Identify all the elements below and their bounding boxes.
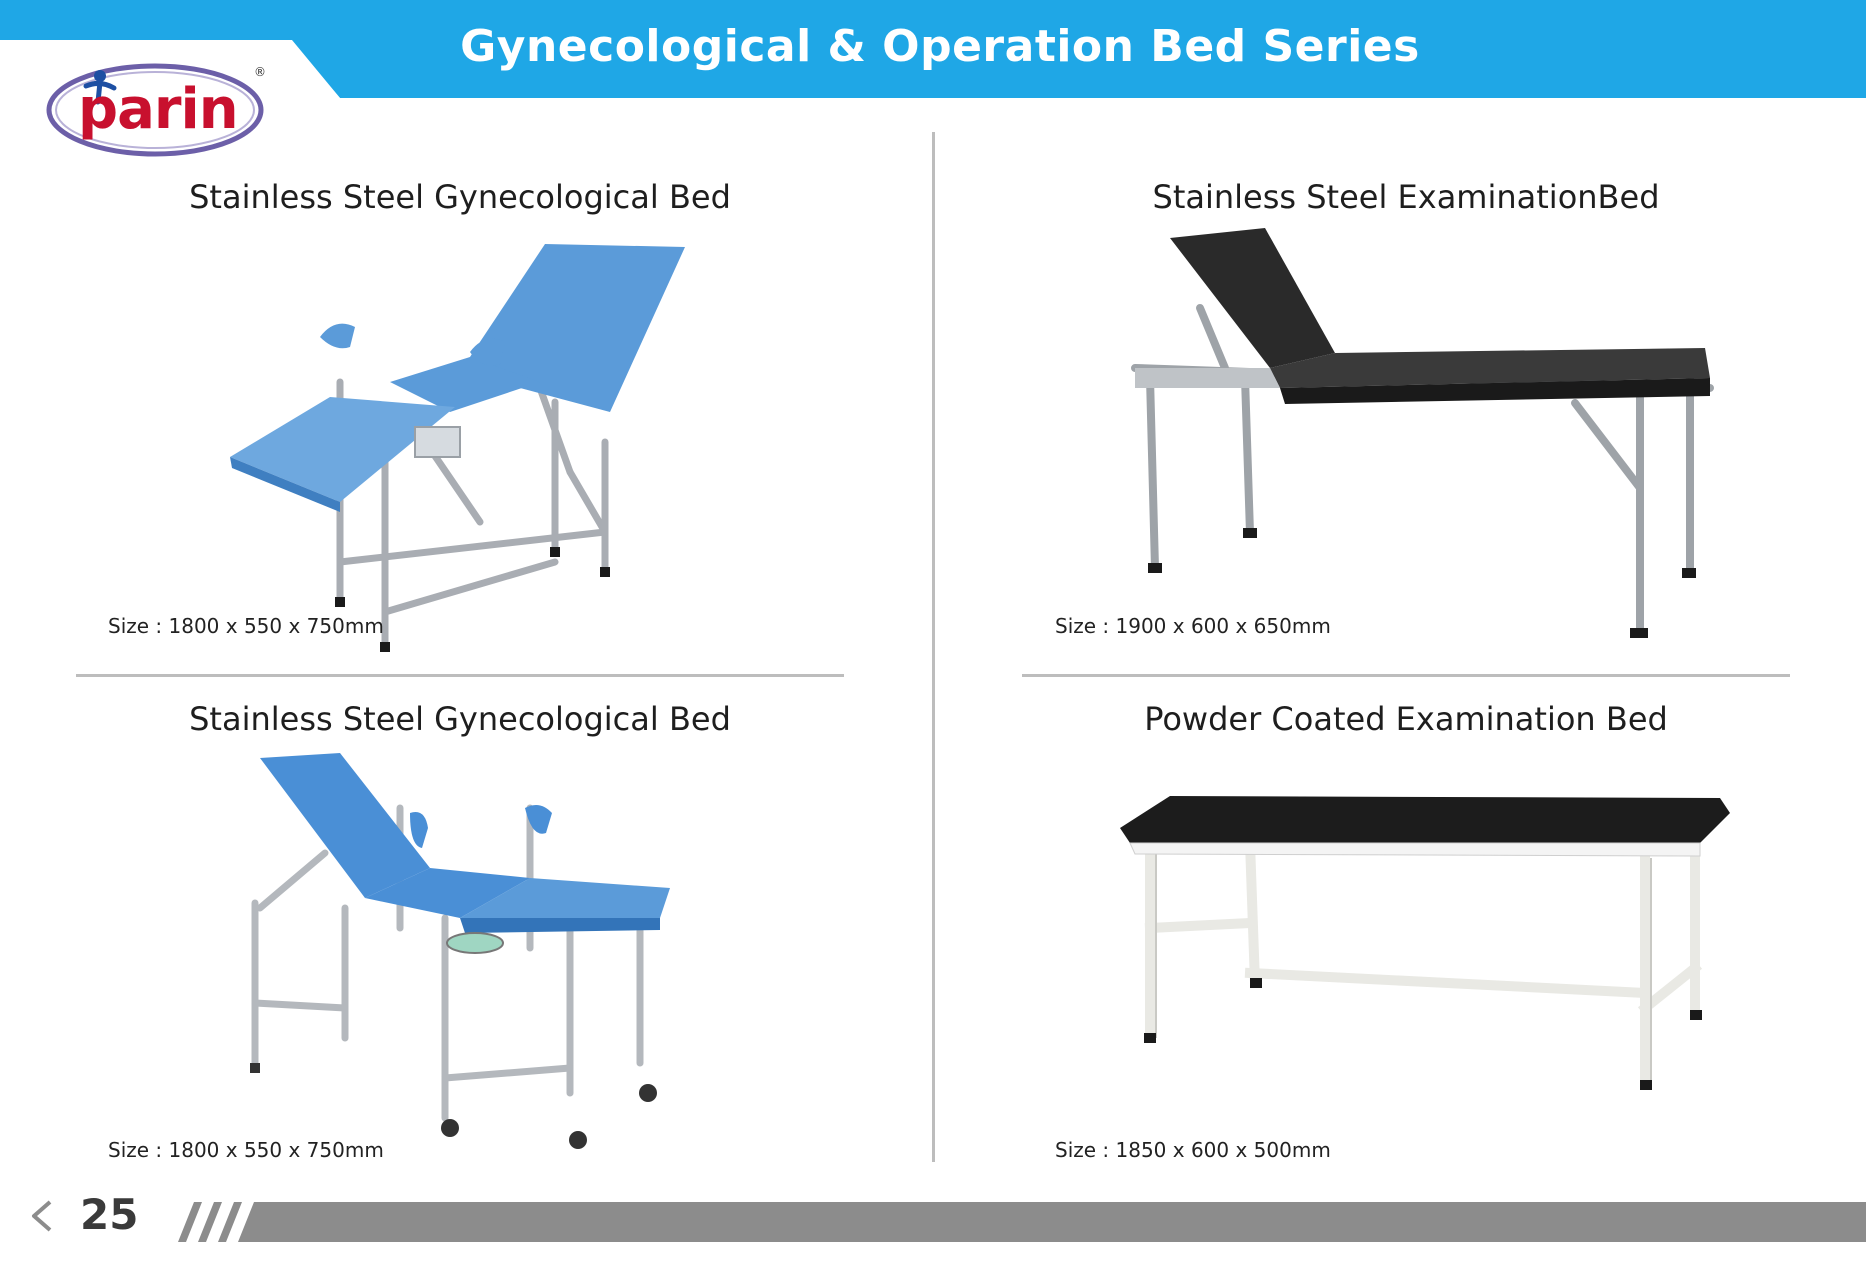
gynecological-bed-image	[230, 244, 685, 652]
page-title: Gynecological & Operation Bed Series	[460, 21, 1420, 72]
product-title: Stainless Steel Gynecological Bed	[189, 178, 731, 216]
product-size: Size : 1800 x 550 x 750mm	[108, 614, 384, 638]
brand-logo: parin ®	[40, 56, 270, 166]
product-title: Stainless Steel Gynecological Bed	[189, 700, 731, 738]
powder-coated-bed-image	[1120, 796, 1730, 1090]
product-size: Size : 1850 x 600 x 500mm	[1055, 1138, 1331, 1162]
vertical-divider	[932, 132, 935, 1162]
horizontal-divider-left	[76, 674, 844, 677]
product-title: Stainless Steel ExaminationBed	[1152, 178, 1660, 216]
examination-bed-image	[1131, 228, 1714, 638]
svg-text:parin: parin	[78, 77, 238, 142]
footer-bar	[178, 1202, 1866, 1242]
gynecological-bed-image	[250, 753, 670, 1149]
product-size: Size : 1900 x 600 x 650mm	[1055, 614, 1331, 638]
chevron-left-icon[interactable]	[22, 1196, 62, 1236]
horizontal-divider-right	[1022, 674, 1790, 677]
product-title: Powder Coated Examination Bed	[1144, 700, 1668, 738]
page-number: 25	[80, 1190, 139, 1239]
product-size: Size : 1800 x 550 x 750mm	[108, 1138, 384, 1162]
svg-text:®: ®	[254, 65, 266, 79]
